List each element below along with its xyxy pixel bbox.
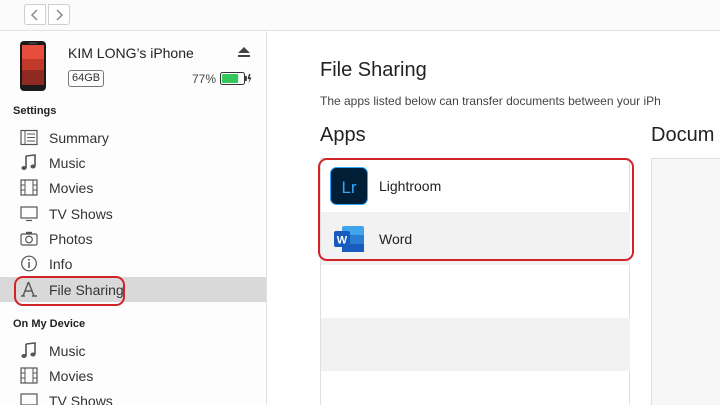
- page-title: File Sharing: [320, 59, 427, 81]
- sidebar-item-device-movies[interactable]: Movies: [0, 363, 266, 388]
- summary-icon: [20, 129, 38, 146]
- navigation-bar: [0, 0, 720, 31]
- sidebar-item-label: TV Shows: [49, 205, 113, 222]
- sidebar-item-photos[interactable]: Photos: [0, 226, 266, 251]
- sidebar-item-label: Music: [49, 154, 86, 171]
- device-name: KIM LONG’s iPhone: [68, 45, 194, 61]
- battery-percent: 77%: [192, 72, 217, 86]
- svg-text:W: W: [337, 235, 348, 247]
- file-sharing-icon: [20, 281, 38, 298]
- on-my-device-section-label: On My Device: [13, 318, 86, 330]
- tv-icon: [20, 205, 38, 222]
- sidebar: KIM LONG’s iPhone 64GB 77% Settings Summ…: [0, 31, 267, 405]
- sidebar-item-label: File Sharing: [49, 281, 124, 298]
- sidebar-item-label: Movies: [49, 179, 94, 196]
- music-note-icon: [20, 342, 38, 359]
- app-name: Word: [379, 231, 413, 247]
- sidebar-item-label: TV Shows: [49, 392, 113, 405]
- back-button[interactable]: [24, 4, 46, 25]
- sidebar-item-label: Music: [49, 342, 86, 359]
- app-name: Lightroom: [379, 178, 442, 194]
- word-icon: W: [334, 226, 364, 252]
- sidebar-item-music[interactable]: Music: [0, 150, 266, 175]
- forward-button[interactable]: [48, 4, 70, 25]
- sidebar-item-label: Info: [49, 255, 73, 272]
- sidebar-item-movies[interactable]: Movies: [0, 175, 266, 200]
- svg-text:Lr: Lr: [341, 178, 356, 197]
- sidebar-item-info[interactable]: Info: [0, 251, 266, 276]
- camera-icon: [20, 230, 38, 247]
- app-row-lightroom[interactable]: Lr Lightroom: [321, 159, 630, 212]
- sidebar-item-tv-shows[interactable]: TV Shows: [0, 201, 266, 226]
- tv-icon: [20, 392, 38, 405]
- sidebar-item-label: Summary: [49, 129, 109, 146]
- film-icon: [20, 179, 38, 196]
- iphone-icon: [20, 41, 46, 91]
- empty-row: [321, 318, 630, 371]
- sidebar-item-label: Photos: [49, 230, 93, 247]
- chevron-left-icon: [30, 8, 38, 21]
- apps-heading: Apps: [320, 124, 366, 146]
- capacity-badge: 64GB: [68, 70, 105, 87]
- page-description: The apps listed below can transfer docum…: [320, 94, 661, 108]
- apps-list: Lr Lightroom W Word: [320, 158, 630, 405]
- empty-row: [321, 265, 630, 318]
- sidebar-item-device-tv-shows[interactable]: TV Shows: [0, 388, 266, 405]
- device-header[interactable]: KIM LONG’s iPhone 64GB 77%: [0, 31, 267, 101]
- sidebar-item-file-sharing[interactable]: File Sharing: [0, 277, 266, 302]
- info-icon: [20, 255, 38, 272]
- sidebar-item-device-music[interactable]: Music: [0, 338, 266, 363]
- sidebar-item-summary[interactable]: Summary: [0, 125, 266, 150]
- chevron-right-icon: [56, 8, 64, 21]
- film-icon: [20, 367, 38, 384]
- main-panel: File Sharing The apps listed below can t…: [268, 31, 720, 405]
- music-note-icon: [20, 154, 38, 171]
- sidebar-item-label: Movies: [49, 367, 94, 384]
- empty-row: [321, 371, 630, 405]
- lightroom-icon: Lr: [330, 167, 368, 205]
- app-row-word[interactable]: W Word: [321, 212, 630, 265]
- eject-icon[interactable]: [237, 45, 251, 59]
- documents-heading: Docum: [651, 124, 715, 146]
- settings-section-label: Settings: [13, 105, 57, 117]
- documents-list[interactable]: [651, 158, 720, 405]
- battery-icon: [220, 72, 252, 85]
